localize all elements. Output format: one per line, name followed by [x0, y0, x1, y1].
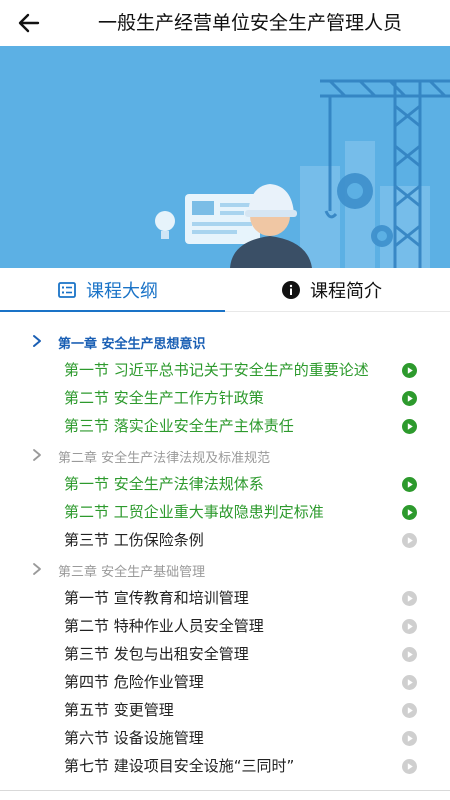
section-item[interactable]: 第六节 设备设施管理: [0, 724, 450, 752]
section-title: 第一节 宣传教育和培训管理: [64, 589, 249, 607]
section-item[interactable]: 第三节 落实企业安全生产主体责任: [0, 412, 450, 440]
top-app-bar: 一般生产经营单位安全生产管理人员: [0, 0, 450, 46]
section-item[interactable]: 第七节 建设项目安全设施“三同时”: [0, 752, 450, 780]
back-button[interactable]: [14, 9, 44, 37]
section-title: 第三节 工伤保险条例: [64, 531, 204, 549]
section-item[interactable]: 第一节 宣传教育和培训管理: [0, 584, 450, 612]
section-item[interactable]: 第三节 工伤保险条例: [0, 526, 450, 554]
play-icon[interactable]: [402, 363, 417, 378]
play-icon[interactable]: [402, 533, 417, 548]
chevron-right-icon: [33, 563, 41, 575]
chevron-right-icon: [33, 335, 41, 347]
course-outline-list: 第一章 安全生产思想意识 第一节 习近平总书记关于安全生产的重要论述 第二节 安…: [0, 326, 450, 780]
tab-course-outline-label: 课程大纲: [86, 281, 158, 302]
arrow-left-icon: [18, 13, 40, 33]
course-banner: [0, 46, 450, 268]
play-icon[interactable]: [402, 647, 417, 662]
section-title: 第六节 设备设施管理: [64, 729, 204, 747]
section-title: 第二节 特种作业人员安全管理: [64, 617, 264, 635]
section-title: 第一节 安全生产法律法规体系: [64, 475, 264, 493]
tab-course-intro[interactable]: 课程简介: [282, 268, 382, 312]
tab-course-intro-label: 课程简介: [310, 281, 382, 302]
section-title: 第三节 落实企业安全生产主体责任: [64, 417, 294, 435]
play-icon[interactable]: [402, 619, 417, 634]
chapter-header[interactable]: 第一章 安全生产思想意识: [0, 326, 450, 356]
chapter-title: 第一章 安全生产思想意识: [58, 337, 206, 352]
section-title: 第五节 变更管理: [64, 701, 174, 719]
tab-course-outline[interactable]: 课程大纲: [58, 268, 158, 312]
section-title: 第二节 安全生产工作方针政策: [64, 389, 264, 407]
section-title: 第四节 危险作业管理: [64, 673, 204, 691]
bottom-divider: [0, 790, 450, 791]
section-item[interactable]: 第三节 发包与出租安全管理: [0, 640, 450, 668]
chapter-title: 第二章 安全生产法律法规及标准规范: [58, 451, 271, 466]
tab-bar: 课程大纲 课程简介: [0, 268, 450, 312]
section-item[interactable]: 第二节 特种作业人员安全管理: [0, 612, 450, 640]
section-item[interactable]: 第一节 安全生产法律法规体系: [0, 470, 450, 498]
chapter-title: 第三章 安全生产基础管理: [58, 565, 206, 580]
construction-crane-worker-illustration: [0, 46, 450, 268]
section-title: 第二节 工贸企业重大事故隐患判定标准: [64, 503, 324, 521]
info-icon: [282, 281, 300, 299]
play-icon[interactable]: [402, 391, 417, 406]
list-icon: [58, 282, 76, 298]
play-icon[interactable]: [402, 675, 417, 690]
tab-selected-indicator: [0, 310, 225, 312]
chevron-right-icon: [33, 449, 41, 461]
play-icon[interactable]: [402, 591, 417, 606]
page-title: 一般生产经营单位安全生产管理人员: [97, 12, 402, 34]
play-icon[interactable]: [402, 703, 417, 718]
section-item[interactable]: 第五节 变更管理: [0, 696, 450, 724]
play-icon[interactable]: [402, 731, 417, 746]
section-item[interactable]: 第四节 危险作业管理: [0, 668, 450, 696]
section-title: 第一节 习近平总书记关于安全生产的重要论述: [64, 361, 369, 379]
play-icon[interactable]: [402, 505, 417, 520]
section-item[interactable]: 第二节 安全生产工作方针政策: [0, 384, 450, 412]
chapter-header[interactable]: 第二章 安全生产法律法规及标准规范: [0, 440, 450, 470]
play-icon[interactable]: [402, 477, 417, 492]
play-icon[interactable]: [402, 419, 417, 434]
section-title: 第七节 建设项目安全设施“三同时”: [64, 757, 295, 775]
play-icon[interactable]: [402, 759, 417, 774]
section-item[interactable]: 第一节 习近平总书记关于安全生产的重要论述: [0, 356, 450, 384]
section-title: 第三节 发包与出租安全管理: [64, 645, 249, 663]
chapter-header[interactable]: 第三章 安全生产基础管理: [0, 554, 450, 584]
section-item[interactable]: 第二节 工贸企业重大事故隐患判定标准: [0, 498, 450, 526]
